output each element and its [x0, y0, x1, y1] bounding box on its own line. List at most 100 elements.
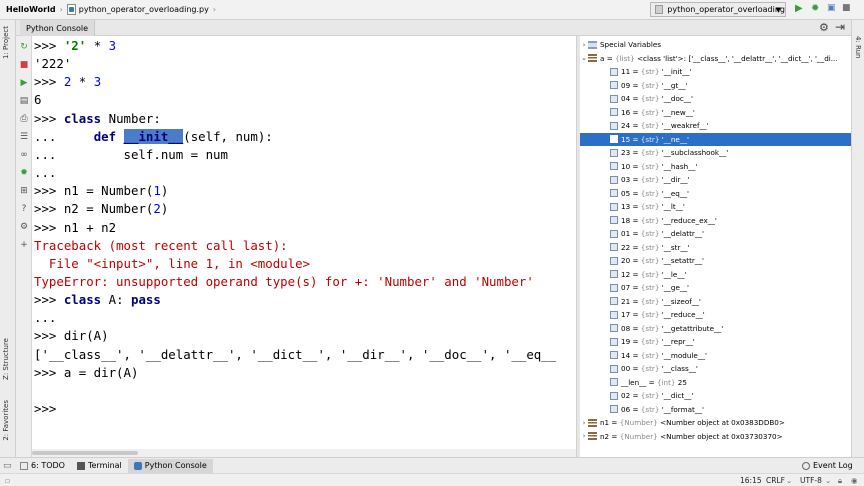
- event-icon[interactable]: ◉: [851, 476, 858, 485]
- run-tool-button[interactable]: 4: Run: [854, 36, 862, 58]
- special-variables-row[interactable]: › Special Variables: [580, 38, 851, 52]
- item-type: {str}: [640, 202, 660, 212]
- console-prompt: >>>: [34, 401, 57, 416]
- settings-icon[interactable]: ⚙: [19, 222, 29, 232]
- list-item[interactable]: 14 = {str} '__module__': [580, 349, 851, 363]
- stop-console-icon[interactable]: ■: [19, 60, 29, 70]
- list-item[interactable]: 01 = {str} '__delattr__': [580, 227, 851, 241]
- event-log-tab[interactable]: Event Log: [796, 459, 859, 473]
- horizontal-scrollbar[interactable]: [32, 449, 576, 457]
- list-item[interactable]: 09 = {str} '__gt__': [580, 79, 851, 93]
- console-line: ... self.num = num: [34, 146, 228, 164]
- breadcrumb-file[interactable]: python_operator_overloading.py: [79, 5, 209, 14]
- hide-panel-icon[interactable]: ⇥: [835, 20, 845, 34]
- scrollbar-thumb[interactable]: [32, 451, 138, 455]
- soft-wrap-icon[interactable]: ∞: [19, 150, 29, 160]
- list-item[interactable]: 18 = {str} '__reduce_ex__': [580, 214, 851, 228]
- list-item[interactable]: 02 = {str} '__dict__': [580, 389, 851, 403]
- list-item[interactable]: 06 = {str} '__format__': [580, 403, 851, 417]
- show-variables-icon[interactable]: ⊞: [19, 186, 29, 196]
- list-item[interactable]: 12 = {str} '__le__': [580, 268, 851, 282]
- run-configuration-label: python_operator_overloading: [667, 5, 785, 14]
- line-separator[interactable]: CRLF: [766, 476, 785, 485]
- variable-name: n1: [600, 418, 610, 428]
- list-item[interactable]: 08 = {str} '__getattribute__': [580, 322, 851, 336]
- variable-row-a[interactable]: ⌄ a = {list} <class 'list'>: ['__class__…: [580, 52, 851, 66]
- list-item[interactable]: 00 = {str} '__class__': [580, 362, 851, 376]
- file-encoding[interactable]: UTF-8: [800, 476, 822, 485]
- debug-icon[interactable]: ✹: [811, 3, 819, 14]
- coverage-icon[interactable]: ▣: [827, 3, 836, 13]
- list-item[interactable]: 16 = {str} '__new__': [580, 106, 851, 120]
- add-icon[interactable]: +: [19, 240, 29, 250]
- list-item[interactable]: 22 = {str} '__str__': [580, 241, 851, 255]
- list-item[interactable]: 03 = {str} '__dir__': [580, 173, 851, 187]
- item-index: 12: [621, 269, 631, 279]
- item-index: 02: [621, 391, 631, 401]
- item-index: 07: [621, 283, 631, 293]
- python-console-tab[interactable]: Python Console: [20, 20, 96, 36]
- toggle-tool-windows-icon[interactable]: ▭: [0, 461, 14, 471]
- item-value: '__doc__': [661, 94, 693, 104]
- list-item[interactable]: 19 = {str} '__repr__': [580, 335, 851, 349]
- list-item[interactable]: 10 = {str} '__hash__': [580, 160, 851, 174]
- console-token: *: [86, 38, 109, 53]
- breadcrumb-project[interactable]: HelloWorld: [6, 5, 56, 14]
- list-item[interactable]: 11 = {str} '__init__': [580, 65, 851, 79]
- chevron-down-icon: ▼: [775, 6, 781, 14]
- str-field-icon: [610, 67, 618, 76]
- favorites-tool-button[interactable]: 2: Favorites: [2, 400, 10, 441]
- terminal-tab[interactable]: Terminal: [71, 459, 128, 473]
- caret-position[interactable]: 16:15: [740, 476, 762, 485]
- settings-gear-icon[interactable]: ⚙: [819, 21, 829, 34]
- str-field-icon: [610, 108, 618, 117]
- list-item[interactable]: 05 = {str} '__eq__': [580, 187, 851, 201]
- item-value: '__class__': [661, 364, 698, 374]
- execute-icon[interactable]: ▶: [19, 78, 29, 88]
- list-item[interactable]: 17 = {str} '__reduce__': [580, 308, 851, 322]
- chevron-right-icon[interactable]: ›: [580, 41, 588, 49]
- str-field-icon: [610, 364, 618, 373]
- new-console-icon[interactable]: ▤: [19, 96, 29, 106]
- list-item[interactable]: 15 = {str} '__ne__': [580, 132, 851, 147]
- print-icon[interactable]: ⎙: [19, 114, 29, 124]
- list-item[interactable]: 24 = {str} '__weakref__': [580, 119, 851, 133]
- str-field-icon: [610, 337, 618, 346]
- item-type: {str}: [640, 350, 660, 360]
- item-index: 10: [621, 161, 631, 171]
- run-configuration-select[interactable]: python_operator_overloading ▼: [650, 2, 786, 17]
- list-item[interactable]: __len__ = {int} 25: [580, 376, 851, 390]
- variable-row-n1[interactable]: › n1 = {Number} <Number object at 0x0383…: [580, 416, 851, 430]
- help-icon[interactable]: ?: [19, 204, 29, 214]
- list-item[interactable]: 20 = {str} '__setattr__': [580, 254, 851, 268]
- console-output[interactable]: >>> '2' * 3'222' >>> 2 * 3 6 >>> class Numb…: [32, 36, 576, 449]
- python-console-tab-label: Python Console: [144, 461, 207, 470]
- list-item[interactable]: 13 = {str} '__lt__': [580, 200, 851, 214]
- str-field-icon: [610, 202, 618, 211]
- list-item[interactable]: 07 = {str} '__ge__': [580, 281, 851, 295]
- stop-icon[interactable]: ■: [842, 3, 851, 13]
- chevron-down-icon[interactable]: ⌄: [580, 54, 588, 62]
- item-value: '__repr__': [661, 337, 695, 347]
- history-icon[interactable]: ☰: [19, 132, 29, 142]
- console-token: pass: [131, 292, 161, 308]
- chevron-right-icon[interactable]: ›: [580, 432, 588, 440]
- console-token: '2': [63, 38, 87, 53]
- lock-icon[interactable]: 🔒︎: [838, 476, 842, 486]
- todo-tab[interactable]: 6: TODO: [14, 459, 71, 473]
- rerun-icon[interactable]: ↻: [19, 42, 29, 52]
- run-icon[interactable]: ▶: [795, 3, 803, 14]
- list-item[interactable]: 23 = {str} '__subclasshook__': [580, 146, 851, 160]
- attach-debugger-icon[interactable]: ✹: [19, 168, 29, 178]
- list-item[interactable]: 21 = {str} '__sizeof__': [580, 295, 851, 309]
- terminal-icon: [76, 461, 85, 470]
- structure-tool-button[interactable]: Z: Structure: [2, 338, 10, 380]
- item-value: '__hash__': [661, 161, 698, 171]
- item-value: '__dir__': [661, 175, 690, 185]
- console-line: ... def __init__(self, num):: [34, 128, 273, 146]
- python-console-bottom-tab[interactable]: Python Console: [127, 458, 213, 473]
- variable-row-n2[interactable]: › n2 = {Number} <Number object at 0x0373…: [580, 430, 851, 444]
- chevron-right-icon[interactable]: ›: [580, 419, 588, 427]
- project-tool-button[interactable]: 1: Project: [2, 26, 10, 59]
- list-item[interactable]: 04 = {str} '__doc__': [580, 92, 851, 106]
